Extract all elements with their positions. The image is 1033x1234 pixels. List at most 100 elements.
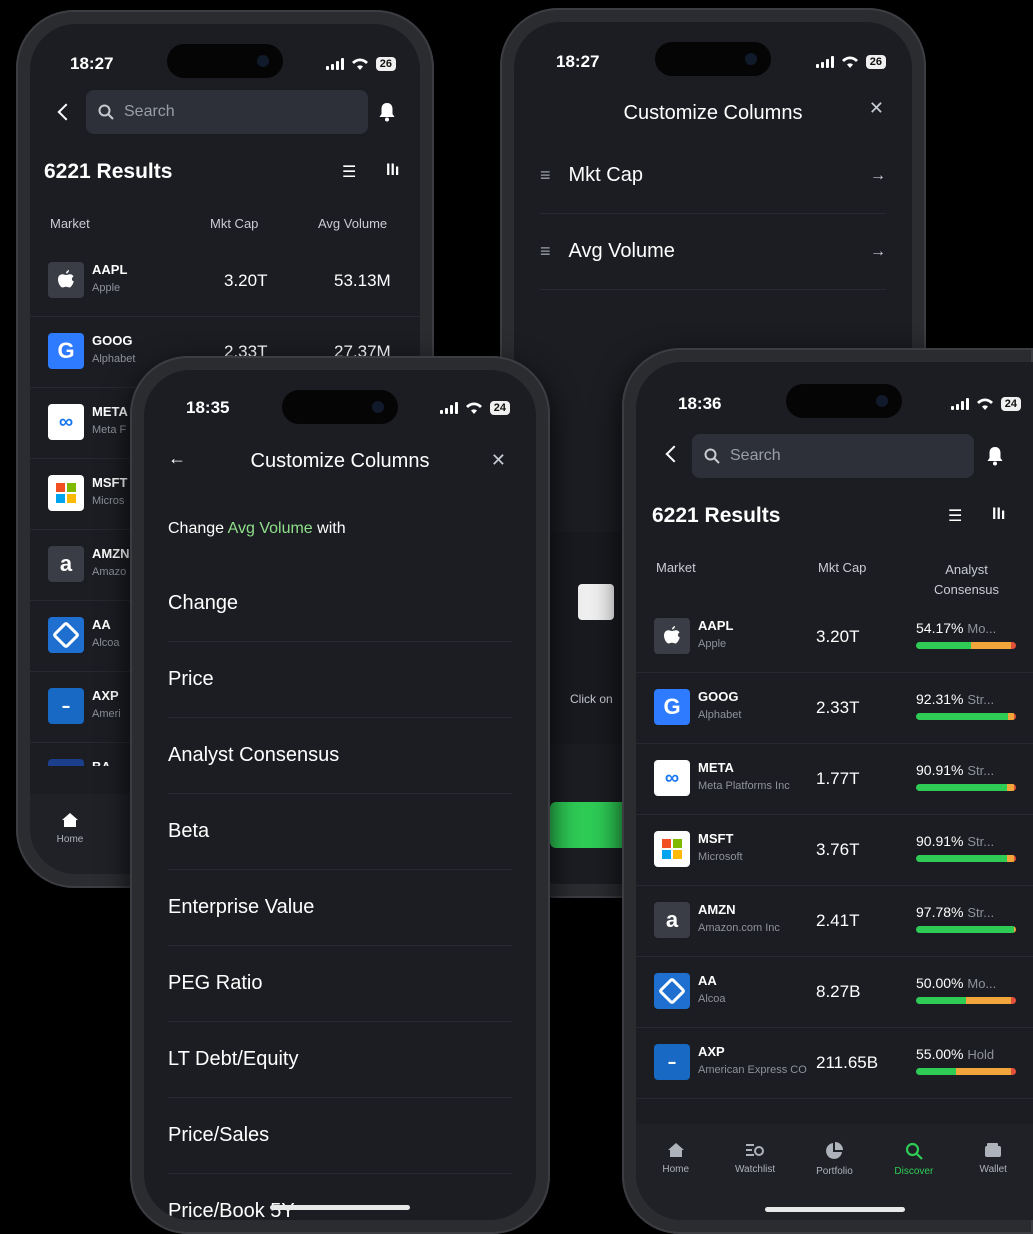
column-option[interactable]: Analyst Consensus — [168, 718, 512, 794]
status-icons: 26 — [815, 55, 886, 69]
column-option[interactable]: LT Debt/Equity — [168, 1022, 512, 1098]
signal-icon — [815, 56, 834, 68]
portfolio-pie-icon — [826, 1142, 844, 1159]
back-icon[interactable] — [665, 445, 683, 463]
col-header-avgvolume[interactable]: Avg Volume — [318, 216, 387, 231]
battery-icon: 24 — [489, 401, 510, 415]
column-option[interactable]: Beta — [168, 794, 512, 870]
bell-icon[interactable] — [986, 446, 1004, 466]
consensus-percent: 54.17% — [916, 620, 964, 636]
filter-icon[interactable]: ☰ — [342, 162, 356, 182]
column-option[interactable]: Price/Sales — [168, 1098, 512, 1174]
company-name: Meta F — [92, 424, 127, 436]
ticker: META — [698, 760, 734, 775]
mktcap-value: 1.77T — [816, 769, 860, 788]
company-name: Amazo — [92, 566, 127, 578]
wifi-icon — [465, 402, 482, 414]
consensus-bar — [916, 997, 1016, 1004]
amazon-icon: a — [654, 902, 690, 938]
modal-title: Customize Columns — [623, 102, 803, 124]
ticker: MSFT — [92, 475, 128, 490]
watchlist-icon — [746, 1144, 765, 1156]
column-option[interactable]: Enterprise Value — [168, 870, 512, 946]
arrow-right-icon[interactable]: → — [870, 167, 886, 185]
search-placeholder: Search — [124, 103, 175, 120]
col-header-mktcap[interactable]: Mkt Cap — [210, 216, 258, 231]
close-icon[interactable]: ✕ — [869, 98, 884, 119]
company-name: Alphabet — [698, 709, 742, 721]
table-row[interactable]: MSFT Microsoft 3.76T 90.91% Str... — [636, 815, 1033, 886]
table-row[interactable]: G GOOG Alphabet 2.33T 92.31% Str... — [636, 673, 1033, 744]
search-placeholder: Search — [730, 447, 781, 464]
results-title: 6221 Results — [652, 504, 781, 527]
amex-icon: ▬ — [654, 1044, 690, 1080]
company-name: Alcoa — [698, 993, 726, 1005]
table-row[interactable]: ▬ AXP American Express CO 211.65B 55.00% Ho… — [636, 1028, 1033, 1099]
consensus-percent: 97.78% — [916, 904, 964, 920]
col-header-market[interactable]: Market — [656, 560, 696, 575]
columns-icon[interactable]: llı — [386, 162, 399, 180]
tab-label: Home — [662, 1164, 690, 1175]
column-option[interactable]: Price — [168, 642, 512, 718]
table-row[interactable]: a AMZN Amazon.com Inc 2.41T 97.78% Str... — [636, 886, 1033, 957]
bell-icon[interactable] — [378, 102, 396, 122]
consensus-cell: 55.00% Hold — [916, 1046, 1016, 1075]
tab-home[interactable]: Home — [40, 812, 100, 874]
company-name: Apple — [698, 638, 727, 650]
results-title: 6221 Results — [44, 160, 173, 183]
tab-home[interactable]: Home — [646, 1142, 706, 1220]
signal-icon — [439, 402, 458, 414]
back-icon[interactable] — [57, 103, 75, 121]
ticker: AA — [92, 617, 111, 632]
amex-icon: ▬ — [48, 688, 84, 724]
meta-icon: ∞ — [48, 404, 84, 440]
change-prefix: Change — [168, 520, 225, 537]
results-list: AAPL Apple 3.20T 54.17% Mo... G GOOG Alphabe… — [636, 602, 1033, 1122]
home-icon — [667, 1143, 684, 1157]
status-icons: 24 — [950, 397, 1021, 411]
dynamic-island — [282, 390, 398, 424]
col-header-consensus[interactable]: Analyst Consensus — [934, 560, 999, 600]
arrow-right-icon[interactable]: → — [870, 243, 886, 261]
wifi-icon — [841, 56, 858, 68]
discover-search-icon — [905, 1142, 923, 1160]
table-row[interactable]: AAPL Apple 3.20T 53.13M — [30, 246, 420, 317]
mktcap-value: 2.33T — [816, 698, 860, 717]
mktcap-value: 3.76T — [816, 840, 860, 859]
status-time: 18:36 — [678, 394, 722, 413]
ticker: GOOG — [92, 333, 133, 348]
company-name: Ameri — [92, 708, 121, 720]
table-row[interactable]: ∞ META Meta Platforms Inc 1.77T 90.91% Str.… — [636, 744, 1033, 815]
consensus-text: 90.91% Str... — [916, 762, 1016, 778]
google-icon: G — [654, 689, 690, 725]
consensus-text: 54.17% Mo... — [916, 620, 1016, 636]
column-item-avgvolume[interactable]: ≡ Avg Volume → — [540, 214, 886, 290]
company-name: American Express CO — [698, 1064, 807, 1076]
consensus-label: Mo... — [967, 976, 997, 991]
filter-icon[interactable]: ☰ — [948, 506, 962, 526]
tab-label: Home — [56, 834, 84, 845]
col-header-market[interactable]: Market — [50, 216, 90, 231]
tab-wallet[interactable]: Wallet — [963, 1142, 1023, 1220]
table-row[interactable]: AA Alcoa 8.27B 50.00% Mo... — [636, 957, 1033, 1028]
close-icon[interactable]: ✕ — [491, 450, 506, 471]
mktcap-value: 3.20T — [816, 627, 860, 646]
column-option[interactable]: Change — [168, 566, 512, 642]
col-header-mktcap[interactable]: Mkt Cap — [818, 560, 866, 575]
google-icon: G — [48, 333, 84, 369]
columns-icon[interactable]: llı — [992, 506, 1005, 524]
column-item-mktcap[interactable]: ≡ Mkt Cap → — [540, 138, 886, 214]
column-option[interactable]: PEG Ratio — [168, 946, 512, 1022]
column-option[interactable]: Price/Book 5Y — [168, 1174, 512, 1220]
ticker: AXP — [698, 1044, 725, 1059]
drag-handle-icon[interactable]: ≡ — [540, 241, 551, 262]
consensus-label: Str... — [967, 905, 995, 920]
drag-handle-icon[interactable]: ≡ — [540, 165, 551, 186]
apple-icon — [654, 618, 690, 654]
table-row[interactable]: AAPL Apple 3.20T 54.17% Mo... — [636, 602, 1033, 673]
tab-label: Watchlist — [734, 1164, 776, 1175]
consensus-text: 97.78% Str... — [916, 904, 1016, 920]
consensus-percent: 90.91% — [916, 833, 964, 849]
search-input[interactable]: Search — [86, 90, 368, 134]
search-input[interactable]: Search — [692, 434, 974, 478]
